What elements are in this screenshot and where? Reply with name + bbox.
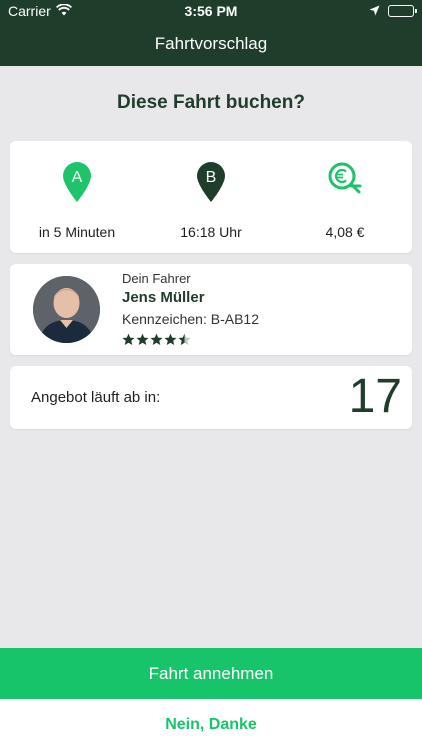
star-icon	[150, 333, 163, 346]
offer-countdown-card: Angebot läuft ab in: 17	[10, 366, 412, 429]
carrier-label: Carrier	[8, 3, 51, 19]
decline-ride-button[interactable]: Nein, Danke	[0, 699, 422, 750]
driver-rating	[122, 333, 259, 346]
arrival-time: 16:18 Uhr	[180, 224, 242, 240]
driver-caption: Dein Fahrer	[122, 271, 191, 286]
driver-license-plate: Kennzeichen: B-AB12	[122, 311, 259, 327]
pickup-time: in 5 Minuten	[38, 224, 116, 240]
driver-card: Dein Fahrer Jens Müller Kennzeichen: B-A…	[10, 264, 412, 355]
euro-coin-icon	[327, 161, 363, 200]
pin-b-icon: B	[195, 161, 227, 208]
price-column: 4,08 €	[278, 141, 412, 253]
driver-avatar	[33, 276, 100, 343]
price-value: 4,08 €	[325, 224, 365, 240]
arrival-column: B 16:18 Uhr	[144, 141, 278, 253]
accept-ride-button[interactable]: Fahrt annehmen	[0, 648, 422, 699]
location-arrow-icon	[369, 3, 380, 19]
offer-countdown: 17	[348, 370, 402, 423]
battery-icon	[388, 5, 417, 17]
wifi-icon	[55, 3, 72, 19]
pin-b-letter: B	[206, 169, 217, 186]
offer-expiry-label: Angebot läuft ab in:	[31, 389, 161, 406]
pin-a-letter: A	[72, 169, 83, 186]
nav-title: Fahrtvorschlag	[154, 34, 268, 53]
star-icon	[164, 333, 177, 346]
driver-info: Dein Fahrer Jens Müller Kennzeichen: B-A…	[122, 270, 259, 346]
pin-a-icon: A	[61, 161, 93, 208]
pickup-column: A in 5 Minuten	[10, 141, 144, 253]
trip-summary-card: A in 5 Minuten B 16:18 Uhr 4,08 €	[10, 141, 412, 253]
status-bar: Carrier 3:56 PM	[0, 0, 422, 22]
page-title: Diese Fahrt buchen?	[117, 92, 305, 113]
nav-bar: Fahrtvorschlag	[0, 22, 422, 66]
star-icon	[122, 333, 135, 346]
star-half-icon	[178, 333, 191, 346]
driver-name: Jens Müller	[122, 289, 205, 306]
star-icon	[136, 333, 149, 346]
